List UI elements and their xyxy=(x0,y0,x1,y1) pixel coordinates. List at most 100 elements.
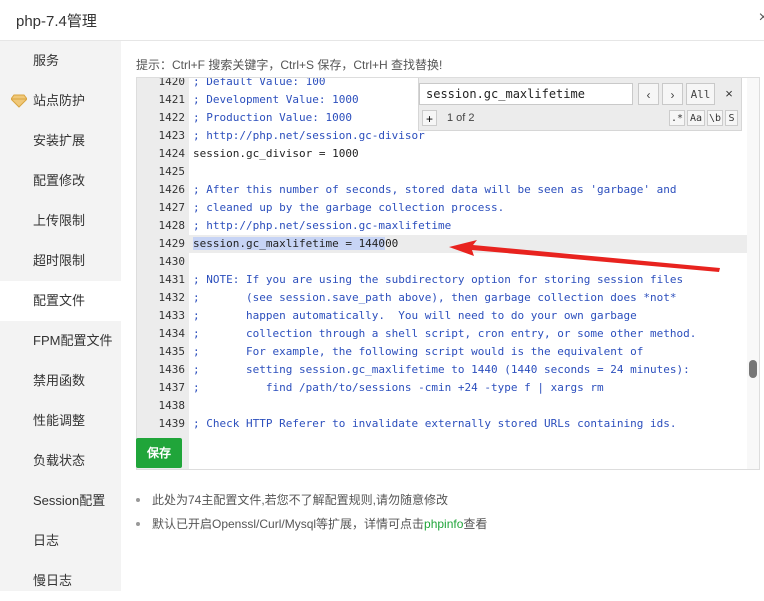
sidebar-item-label: 超时限制 xyxy=(33,253,86,268)
sidebar-item-label: 性能调整 xyxy=(33,413,86,428)
code-line[interactable]: 1425 xyxy=(137,163,747,181)
code-line[interactable]: 1428 ; http://php.net/session.gc-maxlifet… xyxy=(137,217,747,235)
code-line[interactable]: 1426 ; After this number of seconds, stor… xyxy=(137,181,747,199)
sidebar-item-label: 日志 xyxy=(33,533,60,548)
title-bar: php-7.4管理 × xyxy=(0,0,764,41)
line-number: 1426 xyxy=(158,183,186,196)
sidebar-item-label: 上传限制 xyxy=(33,213,86,228)
in-selection-toggle[interactable]: S xyxy=(725,110,738,126)
sidebar-item[interactable]: 超时限制 xyxy=(0,241,121,281)
match-count: 1 of 2 xyxy=(447,112,475,124)
diamond-icon xyxy=(11,94,27,108)
sidebar-item[interactable]: 日志 xyxy=(0,521,121,561)
line-text: ; Check HTTP Referer to invalidate exter… xyxy=(193,417,677,430)
main-panel: 提示：Ctrl+F 搜索关键字，Ctrl+S 保存，Ctrl+H 查找替换! 1… xyxy=(121,41,764,591)
sidebar-item-label: 安装扩展 xyxy=(33,133,86,148)
sidebar-item[interactable]: 禁用函数 xyxy=(0,361,121,401)
line-number: 1423 xyxy=(158,129,186,142)
code-line[interactable]: 1436 ; setting session.gc_maxlifetime to … xyxy=(137,361,747,379)
shortcut-tip: 提示：Ctrl+F 搜索关键字，Ctrl+S 保存，Ctrl+H 查找替换! xyxy=(136,58,443,72)
line-text: ; cleaned up by the garbage collection p… xyxy=(193,201,505,214)
sidebar-item[interactable]: 负载状态 xyxy=(0,441,121,481)
line-number: 1428 xyxy=(158,219,186,232)
regex-toggle[interactable]: .* xyxy=(669,110,685,126)
line-number: 1425 xyxy=(158,165,186,178)
line-number: 1434 xyxy=(158,327,186,340)
search-input[interactable]: session.gc_maxlifetime xyxy=(419,83,633,105)
code-editor[interactable]: 1420; Default Value: 100 1421; Developmen… xyxy=(136,77,760,470)
note-suffix: 查看 xyxy=(463,517,488,531)
whole-word-toggle[interactable]: \b xyxy=(707,110,723,126)
sidebar-item[interactable]: 安装扩展 xyxy=(0,121,121,161)
sidebar-item-label: FPM配置文件 xyxy=(33,333,113,348)
code-line[interactable]: 1438 xyxy=(137,397,747,415)
sidebar-item[interactable]: 站点防护 xyxy=(0,81,121,121)
sidebar-item-label: 禁用函数 xyxy=(33,373,86,388)
line-text: ; http://php.net/session.gc-maxlifetime xyxy=(193,219,452,232)
line-number: 1427 xyxy=(158,201,186,214)
line-text: ; happen automatically. You will need to… xyxy=(193,309,637,322)
note-item: 默认已开启Openssl/Curl/Mysql等扩展，详情可点击phpinfo查… xyxy=(136,512,487,536)
editor-scrollbar[interactable] xyxy=(747,78,759,469)
note-item: 此处为74主配置文件,若您不了解配置规则,请勿随意修改 xyxy=(136,488,487,512)
notes-list: 此处为74主配置文件,若您不了解配置规则,请勿随意修改 默认已开启Openssl… xyxy=(136,488,487,536)
code-line[interactable]: 1434 ; collection through a shell script,… xyxy=(137,325,747,343)
sidebar-item-label: 慢日志 xyxy=(33,573,73,588)
line-text: ; NOTE: If you are using the subdirector… xyxy=(193,273,684,286)
note-text: 默认已开启Openssl/Curl/Mysql等扩展，详情可点击 xyxy=(152,517,425,531)
code-line[interactable]: 1432 ; (see session.save_path above), the… xyxy=(137,289,747,307)
line-text: ; setting session.gc_maxlifetime to 1440… xyxy=(193,363,690,376)
sidebar-item-label: 配置文件 xyxy=(33,293,86,308)
find-prev-button[interactable]: ‹ xyxy=(638,83,659,105)
line-number: 1421 xyxy=(158,93,186,106)
find-next-button[interactable]: › xyxy=(662,83,683,105)
sidebar: 服务站点防护安装扩展配置修改上传限制超时限制配置文件 FPM配置文件 禁用函数性能调… xyxy=(0,41,121,591)
line-number: 1420 xyxy=(158,77,186,88)
toggle-replace-button[interactable]: + xyxy=(422,110,437,126)
line-text: session.gc_divisor = 1000 xyxy=(193,147,359,160)
line-text: ; (see session.save_path above), then ga… xyxy=(193,291,677,304)
line-number: 1424 xyxy=(158,147,186,160)
sidebar-item[interactable]: 上传限制 xyxy=(0,201,121,241)
sidebar-item[interactable]: 服务 xyxy=(0,41,121,81)
line-number: 1433 xyxy=(158,309,186,322)
line-number: 1431 xyxy=(158,273,186,286)
sidebar-item-label: Session配置 xyxy=(33,493,106,508)
code-line[interactable]: 1435 ; For example, the following script … xyxy=(137,343,747,361)
code-line[interactable]: 1431 ; NOTE: If you are using the subdire… xyxy=(137,271,747,289)
sidebar-item[interactable]: 配置文件 xyxy=(0,281,121,321)
line-text: ; find /path/to/sessions -cmin +24 -type… xyxy=(193,381,604,394)
save-button[interactable]: 保存 xyxy=(136,438,182,468)
line-number: 1422 xyxy=(158,111,186,124)
code-line[interactable]: 1433 ; happen automatically. You will nee… xyxy=(137,307,747,325)
scroll-thumb[interactable] xyxy=(749,360,757,378)
sidebar-item-label: 服务 xyxy=(33,53,60,68)
code-line[interactable]: 1427 ; cleaned up by the garbage collecti… xyxy=(137,199,747,217)
case-sensitive-toggle[interactable]: Aa xyxy=(687,110,705,126)
line-number: 1430 xyxy=(158,255,186,268)
sidebar-item[interactable]: Session配置 xyxy=(0,481,121,521)
line-text: ; collection through a shell script, cro… xyxy=(193,327,697,340)
code-line[interactable]: 1437 ; find /path/to/sessions -cmin +24 -… xyxy=(137,379,747,397)
code-line[interactable]: 1429 session.gc_maxlifetime = 144000 xyxy=(137,235,747,253)
find-all-button[interactable]: All xyxy=(686,83,715,105)
sidebar-item-label: 站点防护 xyxy=(33,93,86,108)
sidebar-item-label: 负载状态 xyxy=(33,453,86,468)
sidebar-item[interactable]: FPM配置文件 xyxy=(0,321,121,361)
close-icon[interactable]: × xyxy=(759,9,764,27)
line-number: 1435 xyxy=(158,345,186,358)
search-panel: session.gc_maxlifetime ‹ › All × + 1 of … xyxy=(418,78,742,131)
bullet-icon xyxy=(136,522,140,526)
sidebar-item[interactable]: 性能调整 xyxy=(0,401,121,441)
code-line[interactable]: 1424 session.gc_divisor = 1000 xyxy=(137,145,747,163)
phpinfo-link[interactable]: phpinfo xyxy=(424,517,463,531)
line-number: 1432 xyxy=(158,291,186,304)
line-number: 1439 xyxy=(158,417,186,430)
code-line[interactable]: 1439 ; Check HTTP Referer to invalidate e… xyxy=(137,415,747,433)
sidebar-item[interactable]: 慢日志 xyxy=(0,561,121,601)
search-close-icon[interactable]: × xyxy=(721,83,737,105)
code-line[interactable]: 1430 xyxy=(137,253,747,271)
line-text: ; For example, the following script woul… xyxy=(193,345,644,358)
sidebar-item[interactable]: 配置修改 xyxy=(0,161,121,201)
line-number: 1429 xyxy=(158,237,186,250)
